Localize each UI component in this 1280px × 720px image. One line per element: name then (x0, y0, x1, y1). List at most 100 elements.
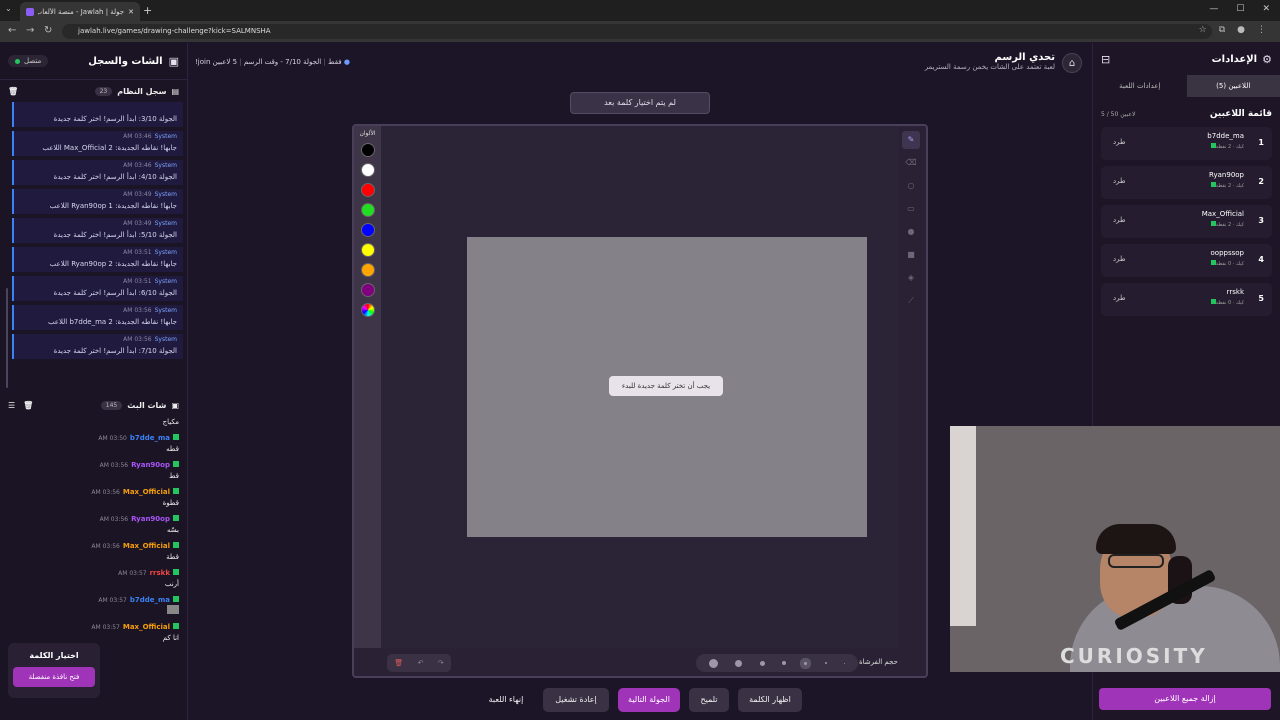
brush-size-xs[interactable] (824, 662, 827, 664)
show-word-button[interactable]: اظهار الكلمة (738, 688, 802, 712)
custom-color-picker[interactable] (360, 303, 375, 317)
tab-players[interactable]: اللاعبين (5) (1186, 75, 1280, 97)
chat-message-header: AM 03:57 rrskk (8, 568, 179, 578)
log-entry-text: الجولة 7/10: ابدأ الرسم! اختر كلمة جديدة (53, 347, 177, 355)
clear-chat-icon[interactable]: 🗑 (23, 401, 33, 410)
kick-platform-icon (173, 515, 179, 521)
profile-icon[interactable]: ● (1237, 25, 1245, 35)
log-entry-text: اللاعب Ryan90op جابها! نقاطه الجديدة: 2 (49, 260, 177, 268)
color-swatch[interactable] (360, 163, 375, 177)
brush-size-l[interactable] (735, 659, 743, 667)
player-row: 3 Max_Official كيك · 2 نقطة طرد (1101, 205, 1272, 238)
kick-platform-icon (173, 434, 179, 440)
kick-player-button[interactable]: طرد (1113, 177, 1126, 185)
collapse-panel-icon[interactable]: ⊟ (1101, 53, 1110, 66)
drawing-canvas[interactable]: يجب أن تختر كلمة جديدة للبدء (467, 237, 867, 537)
chat-username[interactable]: Ryan90op (131, 515, 170, 523)
clear-log-icon[interactable]: 🗑 (8, 87, 18, 96)
minimize-icon[interactable]: — (1209, 4, 1218, 14)
site-favicon-icon (26, 7, 34, 16)
undo-icon[interactable]: ↶ (418, 659, 424, 667)
brush-size-xxs[interactable] (844, 662, 846, 664)
filled-circle-icon[interactable]: ● (902, 223, 920, 241)
chat-username[interactable]: Max_Official (123, 488, 170, 496)
chat-message: AM 03:57 b7dde_ma (8, 595, 179, 617)
log-icon: ▤ (171, 86, 179, 96)
tab-game-settings[interactable]: إعدادات اللعبة (1093, 75, 1187, 97)
reload-icon[interactable]: ↻ (44, 25, 52, 36)
log-entry-text: الجولة 5/10: ابدأ الرسم! اختر كلمة جديدة (53, 231, 177, 239)
color-swatch[interactable] (360, 243, 375, 257)
chat-message: AM 03:56 Ryan90op بسّه (8, 514, 179, 536)
color-swatch[interactable] (360, 143, 375, 157)
eraser-icon[interactable]: ⌫ (902, 154, 920, 172)
end-game-button[interactable]: إنهاء اللعبة (480, 688, 532, 712)
player-name: ooppssop (1210, 249, 1244, 257)
home-icon[interactable]: ⌂ (1062, 53, 1082, 73)
close-tab-icon[interactable]: ✕ (128, 8, 134, 16)
clear-canvas-icon[interactable]: 🗑 (394, 659, 403, 667)
log-entry-meta: AM 03:51 System (20, 278, 177, 287)
chat-username[interactable]: Ryan90op (131, 461, 170, 469)
color-swatch[interactable] (360, 263, 375, 277)
log-entry-time: AM 03:51 (123, 278, 152, 285)
log-entry-meta: AM 03:56 System (20, 336, 177, 345)
rectangle-tool-icon[interactable]: ▭ (902, 200, 920, 218)
open-popup-button[interactable]: فتح نافذة منفصلة (13, 667, 95, 687)
chat-time: AM 03:57 (118, 570, 147, 577)
close-window-icon[interactable]: ✕ (1262, 4, 1270, 14)
hint-button[interactable]: تلميح (689, 688, 729, 712)
chat-username[interactable]: b7dde_ma (130, 596, 170, 604)
color-swatch[interactable] (360, 223, 375, 237)
forward-icon[interactable]: → (26, 25, 34, 36)
player-row: 2 Ryan90op كيك · 2 نقطة طرد (1101, 166, 1272, 199)
chat-username[interactable]: Max_Official (123, 623, 170, 631)
chat-username[interactable]: rrskk (150, 569, 170, 577)
remove-all-players-button[interactable]: إزالة جميع اللاعبين (1099, 688, 1271, 710)
brush-size-selected[interactable] (804, 661, 808, 665)
restart-button[interactable]: إعادة تشغيل (543, 688, 609, 712)
pencil-icon[interactable]: ✎ (902, 131, 920, 149)
kick-player-button[interactable]: طرد (1113, 216, 1126, 224)
kick-platform-icon (173, 623, 179, 629)
color-swatch[interactable] (360, 203, 375, 217)
brush-size-xl[interactable] (708, 658, 718, 668)
color-swatch[interactable] (360, 283, 375, 297)
browser-tab[interactable]: جولة | Jawlah - منصة الألعاب الـ ✕ (20, 2, 140, 21)
line-tool-icon[interactable]: ⟋ (902, 292, 920, 310)
extensions-icon[interactable]: ⧉ (1219, 25, 1225, 35)
filled-rect-icon[interactable]: ■ (902, 246, 920, 264)
kick-player-button[interactable]: طرد (1113, 138, 1126, 146)
bookmark-star-icon[interactable]: ☆ (1199, 25, 1207, 35)
system-log-count: 23 (94, 86, 113, 96)
log-entry-time: AM 03:49 (123, 191, 152, 198)
address-bar-row: ← → ↻ jawlah.live/games/drawing-challeng… (0, 21, 1280, 42)
chat-settings-icon[interactable]: ☰ (8, 401, 15, 410)
fill-bucket-icon[interactable]: ◈ (902, 269, 920, 287)
back-icon[interactable]: ← (8, 25, 16, 36)
menu-icon[interactable]: ⋮ (1257, 25, 1266, 35)
maximize-icon[interactable]: ☐ (1236, 4, 1244, 14)
brush-size-m[interactable] (759, 660, 765, 666)
brush-size-s[interactable] (782, 661, 787, 665)
chat-username[interactable]: Max_Official (123, 542, 170, 550)
color-swatch[interactable] (360, 183, 375, 197)
word-status-notice: لم يتم اختيار كلمة بعد (570, 92, 710, 114)
kick-player-button[interactable]: طرد (1113, 255, 1126, 263)
next-round-button[interactable]: الجولة التالية (618, 688, 680, 712)
log-scrollbar[interactable] (6, 288, 8, 388)
url-field[interactable]: jawlah.live/games/drawing-challenge?kick… (62, 24, 1212, 39)
tab-search-icon[interactable]: ⌄ (5, 4, 12, 13)
kick-player-button[interactable]: طرد (1113, 294, 1126, 302)
system-log-list[interactable]: الجولة 3/10: ابدأ الرسم! اختر كلمة جديدة… (0, 102, 187, 388)
new-tab-icon[interactable]: + (143, 4, 152, 17)
circle-tool-icon[interactable]: ○ (902, 177, 920, 195)
canvas-area[interactable]: يجب أن تختر كلمة جديدة للبدء (381, 126, 899, 648)
word-choice-title: اختيار الكلمة (29, 651, 79, 660)
stream-chat-icon: ▣ (171, 400, 179, 410)
chat-username[interactable]: b7dde_ma (130, 434, 170, 442)
log-entry-time: AM 03:46 (123, 133, 152, 140)
chat-icon: ▣ (168, 54, 179, 68)
redo-icon[interactable]: ↷ (438, 659, 444, 667)
log-entry-text: الجولة 4/10: ابدأ الرسم! اختر كلمة جديدة (53, 173, 177, 181)
